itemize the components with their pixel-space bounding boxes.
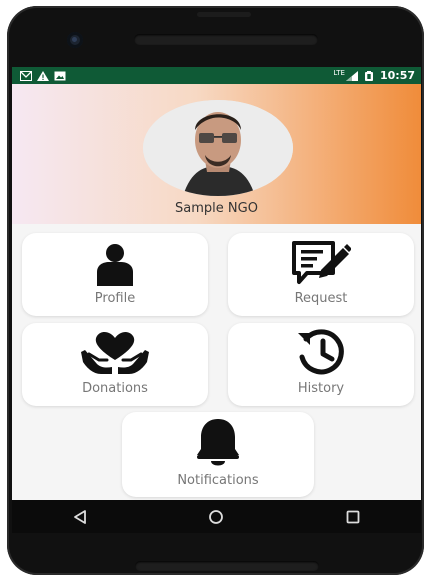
profile-label: Profile (94, 291, 136, 306)
avatar[interactable] (143, 100, 293, 196)
image-icon (54, 71, 66, 80)
donations-tile[interactable]: Donations (22, 323, 208, 406)
front-camera-icon (67, 32, 83, 48)
heart-hands-icon (81, 332, 149, 374)
history-tile[interactable]: History (228, 323, 414, 406)
bottom-speaker (135, 561, 319, 571)
android-nav-bar (12, 500, 421, 533)
home-button[interactable] (201, 507, 231, 527)
avatar-photo (143, 100, 293, 196)
history-icon (298, 329, 344, 375)
recents-button[interactable] (338, 507, 368, 527)
back-button[interactable] (65, 507, 95, 527)
battery-icon (364, 70, 373, 81)
app-screen: LTE 10:57 Sample NGO Profile Request Don… (12, 67, 421, 500)
donations-label: Donations (82, 381, 148, 396)
clock: 10:57 (379, 69, 415, 82)
status-system: LTE 10:57 (333, 69, 415, 82)
earpiece-notch (197, 12, 251, 17)
top-speaker (134, 34, 318, 45)
profile-tile[interactable]: Profile (22, 233, 208, 316)
status-notifications (20, 70, 66, 81)
back-icon (74, 509, 87, 524)
recents-icon (346, 510, 360, 523)
gmail-icon (20, 70, 32, 81)
signal-icon (345, 70, 358, 81)
bell-icon (197, 419, 239, 466)
profile-header: Sample NGO (12, 84, 421, 224)
network-type: LTE (333, 69, 345, 77)
notifications-label: Notifications (177, 473, 259, 488)
request-tile[interactable]: Request (228, 233, 414, 316)
org-name: Sample NGO (175, 201, 258, 216)
notifications-tile[interactable]: Notifications (122, 412, 314, 497)
request-form-icon (292, 241, 351, 284)
home-icon (209, 509, 224, 524)
status-bar: LTE 10:57 (12, 67, 421, 84)
history-label: History (297, 381, 345, 396)
warning-icon (37, 70, 49, 81)
user-icon (97, 244, 133, 286)
request-label: Request (294, 291, 348, 306)
